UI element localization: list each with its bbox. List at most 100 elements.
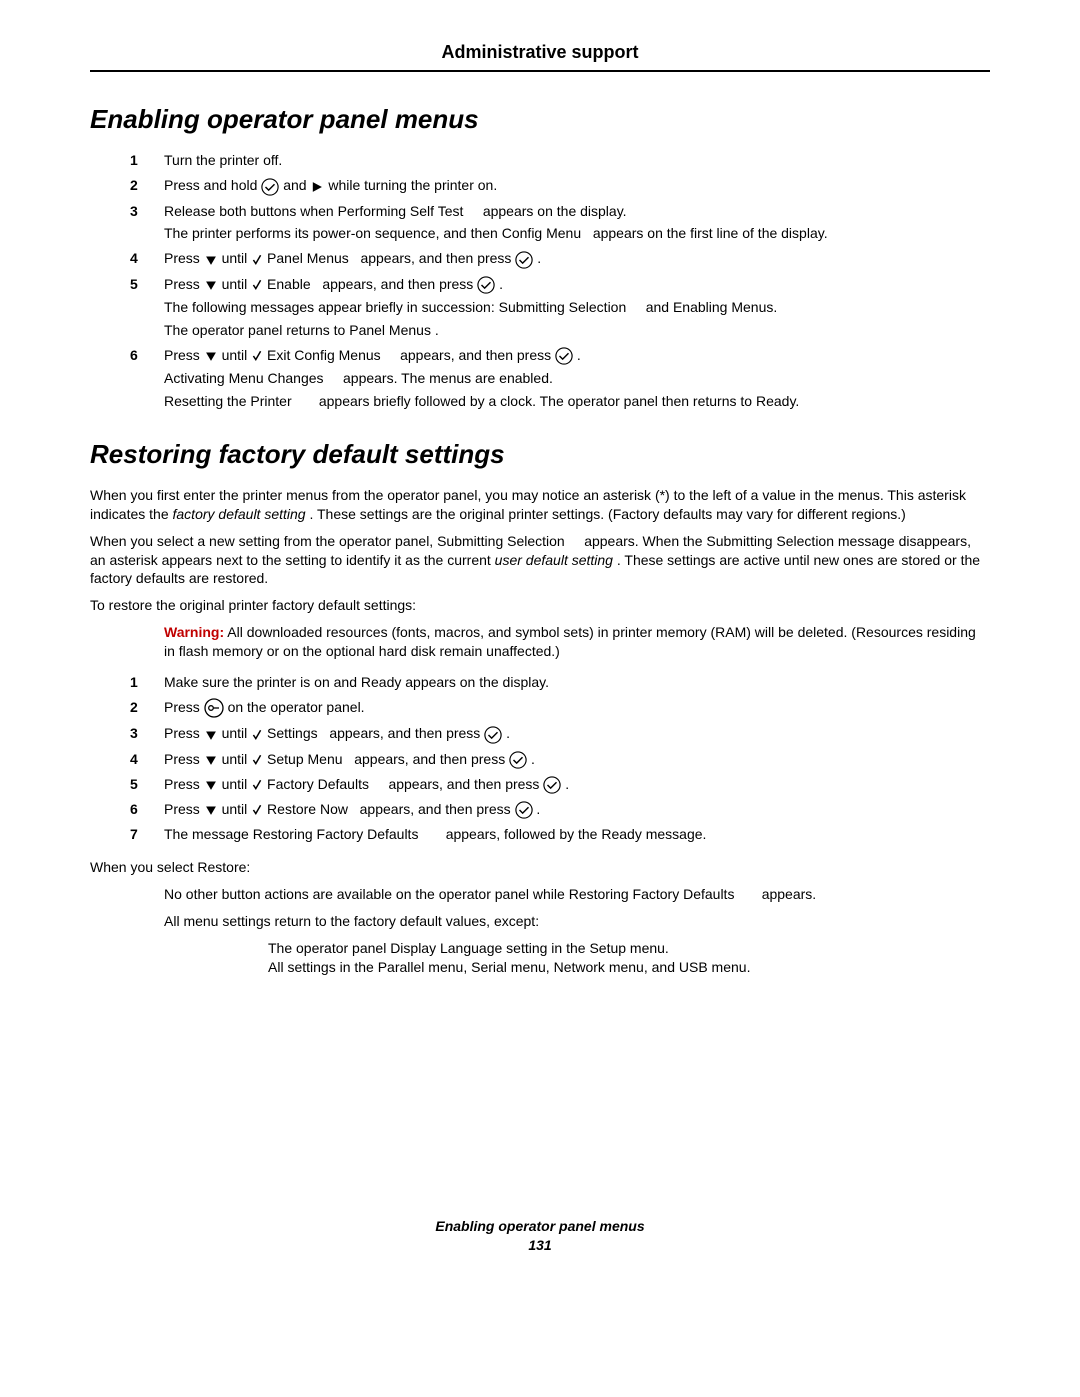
text: . [536, 801, 540, 817]
step-body: Make sure the printer is on and Ready ap… [164, 673, 990, 692]
text: Release both buttons when [164, 203, 338, 219]
select-icon [543, 776, 561, 794]
step-body: Press until Factory Defaults appears, an… [164, 775, 990, 794]
display-text: Restoring Factory Defaults [253, 826, 419, 842]
substep: The printer performs its power-on sequen… [164, 224, 990, 243]
paragraph: When you first enter the printer menus f… [90, 486, 990, 524]
paragraph: To restore the original printer factory … [90, 596, 990, 615]
text: appears. The menus are enabled. [343, 370, 553, 386]
text: until [222, 801, 252, 817]
text: appears, and then press [354, 751, 509, 767]
text: . [435, 322, 439, 338]
step-num: 1 [90, 673, 164, 692]
check-icon [251, 753, 263, 767]
check-icon [251, 253, 263, 267]
display-text: Panel Menus [267, 250, 349, 266]
text: When you select a new setting from the o… [90, 533, 437, 549]
display-text: Performing Self Test [338, 203, 464, 219]
section2-title: Restoring factory default settings [90, 437, 990, 472]
text: All settings in the Parallel menu, Seria… [268, 958, 990, 977]
restore-notes: No other button actions are available on… [164, 885, 990, 977]
page-header: Administrative support [90, 40, 990, 64]
text: Press [164, 751, 204, 767]
step-num: 2 [90, 176, 164, 195]
display-text: Exit Config Menus [267, 347, 381, 363]
text: until [222, 276, 252, 292]
text: The message [164, 826, 253, 842]
text: Press [164, 801, 204, 817]
step-body: Press on the operator panel. [164, 698, 990, 718]
step-num: 3 [90, 724, 164, 743]
down-arrow-icon [204, 349, 218, 363]
text: . [565, 776, 569, 792]
footer-page-number: 131 [90, 1236, 990, 1255]
step6: 6 Press until Exit Config Menus appears,… [90, 346, 990, 411]
text: message. [646, 826, 707, 842]
step5: 5 Press until Factory Defaults appears, … [90, 775, 990, 794]
display-text: Resetting the Printer [164, 393, 292, 409]
step-body: Press until Setup Menu appears, and then… [164, 750, 990, 769]
step-num: 1 [90, 151, 164, 170]
check-icon [251, 778, 263, 792]
step2: 2 Press and hold and while turning the p… [90, 176, 990, 195]
step-num: 4 [90, 750, 164, 769]
restore-note: No other button actions are available on… [164, 885, 990, 904]
step-num: 5 [90, 275, 164, 340]
restore-note: All menu settings return to the factory … [164, 912, 990, 931]
down-arrow-icon [204, 253, 218, 267]
text: . [577, 347, 581, 363]
display-text: Factory Defaults [267, 776, 369, 792]
text: The operator panel Display Language sett… [268, 939, 990, 958]
step-num: 6 [90, 346, 164, 411]
text: appears on the display. [405, 674, 549, 690]
step-body: Turn the printer off. [164, 151, 990, 170]
step1: 1 Turn the printer off. [90, 151, 990, 170]
step-num: 6 [90, 800, 164, 819]
paragraph: When you select Restore: [90, 858, 990, 877]
text: appears, and then press [322, 276, 477, 292]
step2: 2 Press on the operator panel. [90, 698, 990, 718]
text: appears, and then press [360, 801, 515, 817]
text: Press [164, 347, 204, 363]
header-rule [90, 70, 990, 72]
page-footer: Enabling operator panel menus 131 [90, 1217, 990, 1255]
display-text: Submitting Selection [437, 533, 565, 549]
text: appears, and then press [388, 776, 543, 792]
text: . [537, 250, 541, 266]
step1: 1 Make sure the printer is on and Ready … [90, 673, 990, 692]
text: appears, and then press [360, 250, 515, 266]
text: Press [164, 776, 204, 792]
text: while turning the printer on. [328, 177, 497, 193]
display-text: Enable [267, 276, 311, 292]
display-text: Ready [601, 826, 641, 842]
step3: 3 Release both buttons when Performing S… [90, 202, 990, 244]
step5: 5 Press until Enable appears, and then p… [90, 275, 990, 340]
text: appears, followed by the [446, 826, 602, 842]
display-text: Activating Menu Changes [164, 370, 324, 386]
display-text: Config Menu [502, 225, 581, 241]
text: Press [164, 250, 204, 266]
text: Press [164, 276, 204, 292]
step-body: Press until Settings appears, and then p… [164, 724, 990, 743]
display-text: Panel Menus [349, 322, 431, 338]
restore-subnote: The operator panel Display Language sett… [268, 939, 990, 977]
step-num: 3 [90, 202, 164, 244]
step-body: Release both buttons when Performing Sel… [164, 202, 990, 244]
substep: The following messages appear briefly in… [164, 298, 990, 317]
warning-text: All downloaded resources (fonts, macros,… [164, 624, 976, 659]
substep: Resetting the Printer appears briefly fo… [164, 392, 990, 411]
warning-label: Warning: [164, 624, 224, 640]
display-text: Ready. [756, 393, 799, 409]
text: on the operator panel. [228, 699, 365, 715]
right-arrow-icon [310, 180, 324, 194]
text: The operator panel returns to [164, 322, 349, 338]
menu-icon [204, 698, 224, 718]
check-icon [251, 278, 263, 292]
step-body: Press until Panel Menus appears, and the… [164, 249, 990, 268]
display-text: Setup Menu [267, 751, 343, 767]
text: appears, and then press [329, 725, 484, 741]
text: Make sure the printer is on and [164, 674, 361, 690]
step-num: 7 [90, 825, 164, 844]
text: . [499, 276, 503, 292]
down-arrow-icon [204, 728, 218, 742]
